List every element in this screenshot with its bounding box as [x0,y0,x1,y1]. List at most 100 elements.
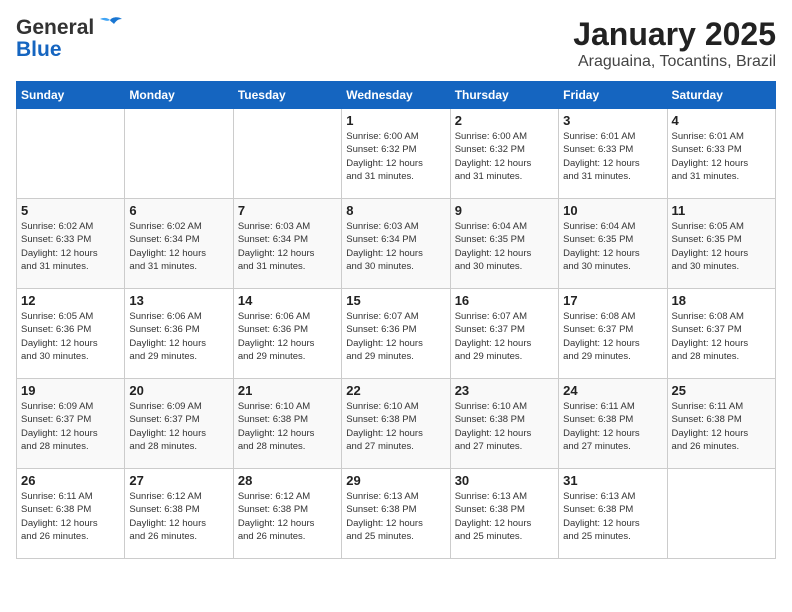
calendar-day-cell: 8Sunrise: 6:03 AM Sunset: 6:34 PM Daylig… [342,199,450,289]
calendar-body: 1 Sunrise: 6:00 AM Sunset: 6:32 PM Daylig… [17,109,776,559]
calendar-week-row: 1 Sunrise: 6:00 AM Sunset: 6:32 PM Daylig… [17,109,776,199]
calendar-day-cell [17,109,125,199]
calendar-day-cell: 2 Sunrise: 6:00 AM Sunset: 6:32 PM Daylig… [450,109,558,199]
day-number: 18 [672,293,771,308]
day-number: 8 [346,203,445,218]
day-info: Sunrise: 6:01 AM Sunset: 6:33 PM Dayligh… [563,130,662,183]
calendar-day-cell: 29Sunrise: 6:13 AM Sunset: 6:38 PM Dayli… [342,469,450,559]
calendar-day-cell: 16Sunrise: 6:07 AM Sunset: 6:37 PM Dayli… [450,289,558,379]
calendar-day-cell [233,109,341,199]
day-info: Sunrise: 6:05 AM Sunset: 6:35 PM Dayligh… [672,220,771,273]
logo: General Blue [16,16,124,62]
day-number: 24 [563,383,662,398]
day-info: Sunrise: 6:10 AM Sunset: 6:38 PM Dayligh… [238,400,337,453]
day-info: Sunrise: 6:06 AM Sunset: 6:36 PM Dayligh… [129,310,228,363]
calendar-day-cell: 14 Sunrise: 6:06 AM Sunset: 6:36 PM Dayli… [233,289,341,379]
day-number: 7 [238,203,337,218]
calendar-day-cell: 23 Sunrise: 6:10 AM Sunset: 6:38 PM Dayli… [450,379,558,469]
calendar-day-cell: 1 Sunrise: 6:00 AM Sunset: 6:32 PM Daylig… [342,109,450,199]
day-info: Sunrise: 6:00 AM Sunset: 6:32 PM Dayligh… [346,130,445,183]
day-info: Sunrise: 6:05 AM Sunset: 6:36 PM Dayligh… [21,310,120,363]
day-number: 1 [346,113,445,128]
day-number: 20 [129,383,228,398]
calendar-day-cell: 7 Sunrise: 6:03 AM Sunset: 6:34 PM Daylig… [233,199,341,289]
calendar-day-cell: 31 Sunrise: 6:13 AM Sunset: 6:38 PM Dayli… [559,469,667,559]
day-info: Sunrise: 6:09 AM Sunset: 6:37 PM Dayligh… [21,400,120,453]
calendar-day-cell: 12 Sunrise: 6:05 AM Sunset: 6:36 PM Dayli… [17,289,125,379]
day-info: Sunrise: 6:07 AM Sunset: 6:36 PM Dayligh… [346,310,445,363]
calendar-week-row: 19 Sunrise: 6:09 AM Sunset: 6:37 PM Dayli… [17,379,776,469]
day-info: Sunrise: 6:11 AM Sunset: 6:38 PM Dayligh… [21,490,120,543]
day-number: 25 [672,383,771,398]
calendar-week-row: 12 Sunrise: 6:05 AM Sunset: 6:36 PM Dayli… [17,289,776,379]
day-info: Sunrise: 6:13 AM Sunset: 6:38 PM Dayligh… [455,490,554,543]
day-info: Sunrise: 6:10 AM Sunset: 6:38 PM Dayligh… [346,400,445,453]
day-info: Sunrise: 6:06 AM Sunset: 6:36 PM Dayligh… [238,310,337,363]
day-number: 9 [455,203,554,218]
calendar-day-cell: 20 Sunrise: 6:09 AM Sunset: 6:37 PM Dayli… [125,379,233,469]
day-info: Sunrise: 6:02 AM Sunset: 6:33 PM Dayligh… [21,220,120,273]
calendar-day-cell: 26 Sunrise: 6:11 AM Sunset: 6:38 PM Dayli… [17,469,125,559]
day-info: Sunrise: 6:11 AM Sunset: 6:38 PM Dayligh… [563,400,662,453]
calendar-week-row: 5Sunrise: 6:02 AM Sunset: 6:33 PM Daylig… [17,199,776,289]
calendar-title-block: January 2025 Araguaina, Tocantins, Brazi… [573,16,776,71]
day-info: Sunrise: 6:13 AM Sunset: 6:38 PM Dayligh… [563,490,662,543]
day-number: 31 [563,473,662,488]
day-info: Sunrise: 6:01 AM Sunset: 6:33 PM Dayligh… [672,130,771,183]
day-number: 22 [346,383,445,398]
day-info: Sunrise: 6:08 AM Sunset: 6:37 PM Dayligh… [672,310,771,363]
day-info: Sunrise: 6:03 AM Sunset: 6:34 PM Dayligh… [238,220,337,273]
day-info: Sunrise: 6:00 AM Sunset: 6:32 PM Dayligh… [455,130,554,183]
day-info: Sunrise: 6:08 AM Sunset: 6:37 PM Dayligh… [563,310,662,363]
day-number: 17 [563,293,662,308]
calendar-day-cell: 22 Sunrise: 6:10 AM Sunset: 6:38 PM Dayli… [342,379,450,469]
calendar-day-cell [125,109,233,199]
calendar-table: SundayMondayTuesdayWednesdayThursdayFrid… [16,81,776,559]
calendar-day-cell: 30Sunrise: 6:13 AM Sunset: 6:38 PM Dayli… [450,469,558,559]
calendar-day-cell: 15 Sunrise: 6:07 AM Sunset: 6:36 PM Dayli… [342,289,450,379]
day-number: 19 [21,383,120,398]
day-info: Sunrise: 6:04 AM Sunset: 6:35 PM Dayligh… [563,220,662,273]
day-number: 21 [238,383,337,398]
day-number: 12 [21,293,120,308]
day-of-week-header: Thursday [450,82,558,109]
calendar-day-cell: 28 Sunrise: 6:12 AM Sunset: 6:38 PM Dayli… [233,469,341,559]
day-number: 15 [346,293,445,308]
day-number: 2 [455,113,554,128]
calendar-subtitle: Araguaina, Tocantins, Brazil [573,53,776,71]
calendar-day-cell: 27Sunrise: 6:12 AM Sunset: 6:38 PM Dayli… [125,469,233,559]
day-number: 13 [129,293,228,308]
calendar-week-row: 26 Sunrise: 6:11 AM Sunset: 6:38 PM Dayli… [17,469,776,559]
calendar-day-cell: 25Sunrise: 6:11 AM Sunset: 6:38 PM Dayli… [667,379,775,469]
calendar-day-cell: 4Sunrise: 6:01 AM Sunset: 6:33 PM Daylig… [667,109,775,199]
calendar-day-cell [667,469,775,559]
calendar-day-cell: 10Sunrise: 6:04 AM Sunset: 6:35 PM Dayli… [559,199,667,289]
page-header: General Blue January 2025 Araguaina, Toc… [16,16,776,71]
day-of-week-header: Tuesday [233,82,341,109]
day-number: 16 [455,293,554,308]
calendar-day-cell: 24 Sunrise: 6:11 AM Sunset: 6:38 PM Dayli… [559,379,667,469]
calendar-day-cell: 9 Sunrise: 6:04 AM Sunset: 6:35 PM Daylig… [450,199,558,289]
calendar-day-cell: 5Sunrise: 6:02 AM Sunset: 6:33 PM Daylig… [17,199,125,289]
day-info: Sunrise: 6:13 AM Sunset: 6:38 PM Dayligh… [346,490,445,543]
day-number: 28 [238,473,337,488]
calendar-day-cell: 21 Sunrise: 6:10 AM Sunset: 6:38 PM Dayli… [233,379,341,469]
day-number: 14 [238,293,337,308]
logo-general: General [16,16,94,40]
day-info: Sunrise: 6:04 AM Sunset: 6:35 PM Dayligh… [455,220,554,273]
day-info: Sunrise: 6:02 AM Sunset: 6:34 PM Dayligh… [129,220,228,273]
day-info: Sunrise: 6:12 AM Sunset: 6:38 PM Dayligh… [238,490,337,543]
day-info: Sunrise: 6:09 AM Sunset: 6:37 PM Dayligh… [129,400,228,453]
day-number: 3 [563,113,662,128]
day-number: 6 [129,203,228,218]
day-number: 26 [21,473,120,488]
calendar-day-cell: 17 Sunrise: 6:08 AM Sunset: 6:37 PM Dayli… [559,289,667,379]
day-number: 11 [672,203,771,218]
day-number: 23 [455,383,554,398]
day-of-week-header: Sunday [17,82,125,109]
day-info: Sunrise: 6:10 AM Sunset: 6:38 PM Dayligh… [455,400,554,453]
calendar-day-cell: 11 Sunrise: 6:05 AM Sunset: 6:35 PM Dayli… [667,199,775,289]
days-of-week-row: SundayMondayTuesdayWednesdayThursdayFrid… [17,82,776,109]
day-number: 27 [129,473,228,488]
calendar-day-cell: 19 Sunrise: 6:09 AM Sunset: 6:37 PM Dayli… [17,379,125,469]
